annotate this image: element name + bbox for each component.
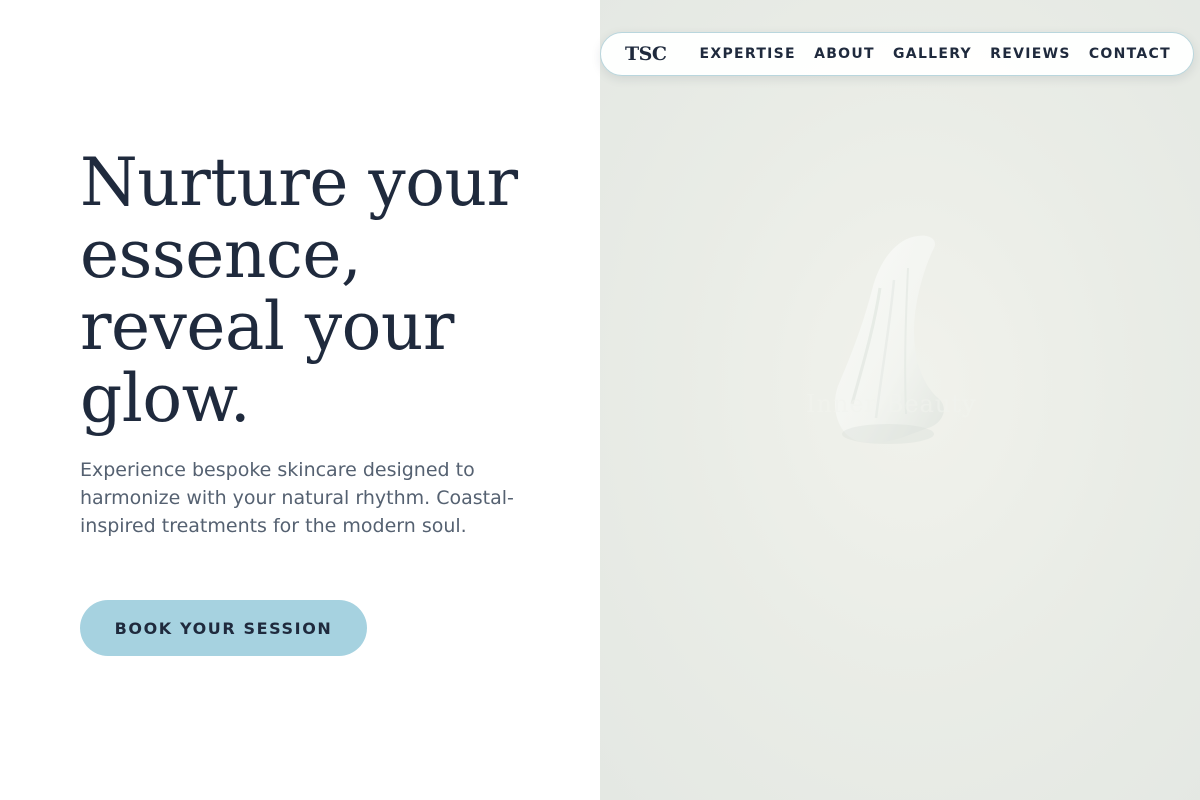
brand-logo[interactable]: TSC: [625, 43, 667, 65]
nav-link-expertise[interactable]: EXPERTISE: [699, 46, 795, 62]
hero-headline: Nurture your essence, reveal your glow.: [80, 144, 518, 437]
top-navigation: TSC EXPERTISE ABOUT GALLERY REVIEWS CONT…: [600, 32, 1194, 76]
image-overlay-text: Inner Beauty: [806, 390, 977, 418]
book-session-button[interactable]: BOOK YOUR SESSION: [80, 600, 367, 656]
nav-link-reviews[interactable]: REVIEWS: [990, 46, 1071, 62]
nav-link-about[interactable]: ABOUT: [814, 46, 875, 62]
page: Nurture your essence, reveal your glow. …: [0, 0, 1200, 800]
nav-links: EXPERTISE ABOUT GALLERY REVIEWS CONTACT: [699, 46, 1171, 62]
nav-link-gallery[interactable]: GALLERY: [893, 46, 972, 62]
nav-link-contact[interactable]: CONTACT: [1089, 46, 1171, 62]
hero-image: Inner Beauty: [600, 0, 1200, 800]
cream-swatch-image: [835, 235, 944, 444]
hero-section: Nurture your essence, reveal your glow. …: [0, 0, 600, 800]
hero-description: Experience bespoke skincare designed to …: [80, 459, 514, 537]
